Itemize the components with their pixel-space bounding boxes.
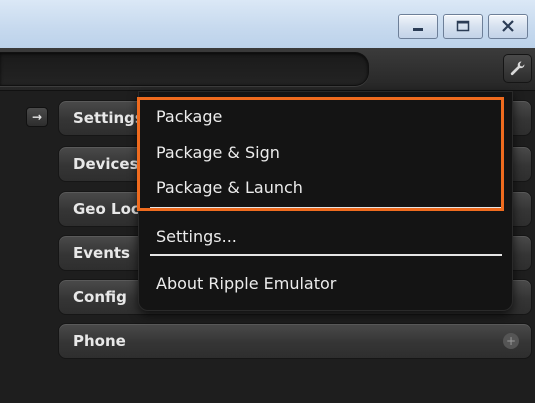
arrow-right-icon[interactable]: → [26, 107, 48, 127]
build-menu: Package Package & Sign Package & Launch … [138, 91, 513, 311]
section-label: Devices [73, 155, 139, 173]
address-field[interactable] [0, 52, 369, 86]
menu-item-package[interactable]: Package [156, 106, 222, 128]
section-phone[interactable]: Phone + [58, 323, 532, 359]
minimize-button[interactable] [398, 14, 438, 39]
menu-item-package-sign[interactable]: Package & Sign [156, 142, 280, 164]
toolbar [0, 48, 535, 91]
menu-item-settings[interactable]: Settings... [156, 226, 237, 248]
plus-icon[interactable]: + [503, 333, 519, 349]
wrench-icon [510, 61, 525, 76]
section-label: Events [73, 244, 130, 262]
title-bar [0, 0, 535, 49]
menu-separator [150, 254, 502, 256]
maximize-button[interactable] [443, 14, 483, 39]
app-window: → Settings Devices Geo Location Events C… [0, 0, 535, 403]
menu-item-package-launch[interactable]: Package & Launch [156, 177, 303, 199]
maximize-icon [456, 20, 470, 32]
close-button[interactable] [488, 14, 528, 39]
menu-separator [150, 207, 502, 209]
section-label: Config [73, 288, 127, 306]
close-icon [502, 20, 514, 32]
section-label: Phone [73, 332, 126, 350]
settings-button[interactable] [503, 54, 532, 83]
section-label: Settings [73, 109, 144, 127]
menu-item-about[interactable]: About Ripple Emulator [156, 273, 336, 295]
minimize-icon [413, 28, 423, 31]
